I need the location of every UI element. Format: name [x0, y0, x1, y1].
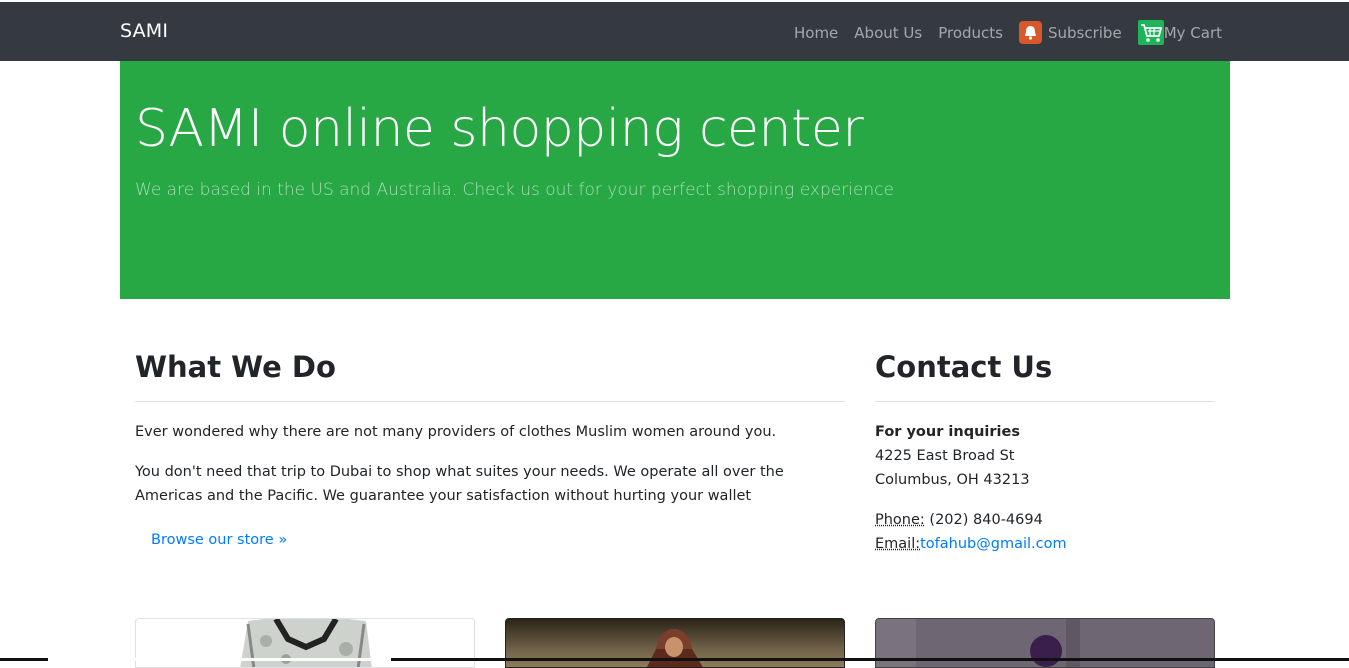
- phone-line: Phone: (202) 840-4694: [875, 508, 1215, 532]
- nav-products[interactable]: Products: [938, 24, 1003, 42]
- contact-details: Phone: (202) 840-4694 Email:tofahub@gmai…: [875, 508, 1215, 556]
- contact-address: For your inquiries 4225 East Broad St Co…: [875, 420, 1215, 492]
- nav-subscribe[interactable]: Subscribe: [1018, 21, 1122, 44]
- bell-icon: [1018, 21, 1042, 44]
- divider: [875, 401, 1215, 402]
- phone-label: Phone:: [875, 512, 925, 528]
- nav-home-label: Home: [793, 23, 839, 42]
- contact-section: Contact Us For your inquiries 4225 East …: [875, 345, 1215, 572]
- nav-cart-label: My Cart: [1163, 23, 1222, 42]
- nav-my-cart[interactable]: My Cart: [1137, 20, 1222, 45]
- contact-heading: Contact Us: [875, 350, 1053, 384]
- email-label: Email:: [875, 536, 921, 552]
- nav-home[interactable]: Home: [794, 24, 838, 42]
- cart-icon: [1137, 20, 1164, 45]
- street-address: 4225 East Broad St: [875, 448, 1015, 464]
- what-we-do-heading: What We Do: [135, 350, 336, 384]
- email-line: Email:tofahub@gmail.com: [875, 532, 1215, 556]
- phone-number: (202) 840-4694: [924, 512, 1043, 528]
- nav-products-label: Products: [938, 23, 1003, 42]
- nav-menu: Home About Us Products Subscribe My Cart: [794, 20, 1222, 45]
- city-address: Columbus, OH 43213: [875, 472, 1030, 488]
- divider: [135, 401, 845, 402]
- brand-logo[interactable]: SAMI: [120, 20, 168, 42]
- product-cards: [135, 618, 1215, 668]
- nav-subscribe-label: Subscribe: [1047, 23, 1122, 42]
- email-link[interactable]: tofahub@gmail.com: [920, 536, 1066, 552]
- browse-store-button[interactable]: Browse our store »: [151, 532, 287, 548]
- page-lead: We are based in the US and Australia. Ch…: [135, 180, 894, 200]
- what-we-do-paragraph-2: You don't need that trip to Dubai to sho…: [135, 464, 784, 504]
- inquiries-label: For your inquiries: [875, 424, 1020, 440]
- what-we-do-paragraph-1: Ever wondered why there are not many pro…: [135, 424, 777, 440]
- nav-about-label: About Us: [854, 23, 923, 42]
- what-we-do-section: What We Do Ever wondered why there are n…: [135, 345, 845, 548]
- jumbotron: SAMI online shopping center We are based…: [120, 61, 1230, 299]
- page-title: SAMI online shopping center: [135, 99, 864, 159]
- nav-about-us[interactable]: About Us: [854, 24, 922, 42]
- navbar: SAMI Home About Us Products Subscribe My…: [0, 2, 1349, 61]
